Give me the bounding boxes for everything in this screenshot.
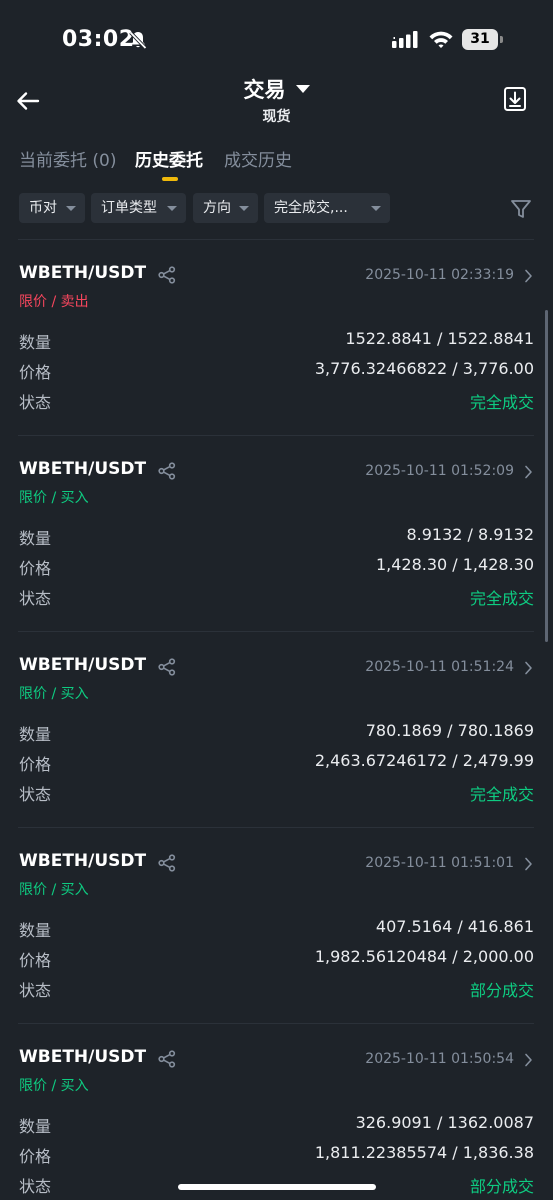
- status-label: 状态: [19, 981, 52, 1000]
- filter-bar: 币对 订单类型 方向 完全成交,...: [0, 193, 553, 225]
- caret-down-icon: [167, 206, 177, 211]
- price-label: 价格: [19, 1147, 52, 1166]
- page-subtitle: 现货: [262, 109, 291, 125]
- battery-tip: [500, 36, 503, 43]
- share-icon[interactable]: [158, 266, 176, 288]
- order-date: 2025-10-11 01:51:01: [365, 855, 514, 871]
- order-card[interactable]: WBETH/USDT 2025-10-11 01:51:01 限价 / 买入 数…: [0, 828, 553, 1024]
- status-bar: 03:02 31: [0, 0, 553, 80]
- amount-value: 407.5164 / 416.861: [375, 917, 534, 936]
- price-value: 1,428.30 / 1,428.30: [375, 555, 534, 574]
- page-title: 交易: [243, 78, 286, 102]
- cellular-signal-icon: [392, 31, 418, 52]
- filter-pair-label: 币对: [29, 200, 57, 216]
- chevron-right-icon[interactable]: [524, 1052, 533, 1071]
- header: 交易 现货: [0, 70, 553, 130]
- market-selector[interactable]: 交易: [0, 74, 553, 104]
- tab-open-orders[interactable]: 当前委托 (0): [19, 146, 116, 171]
- amount-label: 数量: [19, 921, 52, 940]
- price-label: 价格: [19, 951, 52, 970]
- chevron-right-icon[interactable]: [524, 268, 533, 287]
- order-date: 2025-10-11 01:52:09: [365, 463, 514, 479]
- wifi-icon: [428, 29, 454, 53]
- order-list: WBETH/USDT 2025-10-11 02:33:19 限价 / 卖出 数…: [0, 240, 553, 1200]
- status-label: 状态: [19, 785, 52, 804]
- status-value: 完全成交: [469, 785, 534, 804]
- filter-side-label: 方向: [203, 200, 231, 216]
- order-card[interactable]: WBETH/USDT 2025-10-11 02:33:19 限价 / 卖出 数…: [0, 240, 553, 436]
- share-icon[interactable]: [158, 854, 176, 876]
- order-card[interactable]: WBETH/USDT 2025-10-11 01:50:54 限价 / 买入 数…: [0, 1024, 553, 1200]
- order-type: 限价 / 买入: [19, 882, 89, 898]
- order-card[interactable]: WBETH/USDT 2025-10-11 01:52:09 限价 / 买入 数…: [0, 436, 553, 632]
- caret-down-icon: [295, 85, 310, 93]
- price-label: 价格: [19, 363, 52, 382]
- bell-muted-icon: [128, 30, 148, 54]
- chevron-right-icon[interactable]: [524, 464, 533, 483]
- order-card[interactable]: WBETH/USDT 2025-10-11 01:51:24 限价 / 买入 数…: [0, 632, 553, 828]
- share-icon[interactable]: [158, 462, 176, 484]
- battery-icon: 31: [462, 29, 498, 50]
- order-pair: WBETH/USDT: [19, 263, 147, 283]
- filter-pair-dropdown[interactable]: 币对: [19, 193, 85, 223]
- active-tab-indicator: [162, 177, 178, 181]
- filter-status-label: 完全成交,...: [274, 200, 348, 216]
- tab-trade-history[interactable]: 成交历史: [224, 146, 292, 171]
- order-type: 限价 / 买入: [19, 490, 89, 506]
- amount-label: 数量: [19, 725, 52, 744]
- status-value: 部分成交: [469, 981, 534, 1000]
- order-date: 2025-10-11 01:51:24: [365, 659, 514, 675]
- status-value: 完全成交: [469, 393, 534, 412]
- status-label: 状态: [19, 1177, 52, 1196]
- order-tabs: 当前委托 (0) 历史委托 成交历史: [0, 140, 553, 184]
- order-pair: WBETH/USDT: [19, 1047, 147, 1067]
- status-value: 完全成交: [469, 589, 534, 608]
- amount-value: 780.1869 / 780.1869: [365, 721, 534, 740]
- price-label: 价格: [19, 755, 52, 774]
- price-value: 1,811.22385574 / 1,836.38: [314, 1143, 534, 1162]
- order-type: 限价 / 买入: [19, 1078, 89, 1094]
- amount-label: 数量: [19, 333, 52, 352]
- filter-funnel-icon[interactable]: [510, 198, 532, 224]
- order-pair: WBETH/USDT: [19, 459, 147, 479]
- order-type: 限价 / 买入: [19, 686, 89, 702]
- filter-order-type-label: 订单类型: [101, 200, 157, 216]
- amount-value: 326.9091 / 1362.0087: [355, 1113, 534, 1132]
- price-value: 1,982.56120484 / 2,000.00: [314, 947, 534, 966]
- chevron-right-icon[interactable]: [524, 660, 533, 679]
- order-date: 2025-10-11 01:50:54: [365, 1051, 514, 1067]
- share-icon[interactable]: [158, 1050, 176, 1072]
- share-icon[interactable]: [158, 658, 176, 680]
- caret-down-icon: [66, 206, 76, 211]
- price-value: 2,463.67246172 / 2,479.99: [314, 751, 534, 770]
- order-type: 限价 / 卖出: [19, 294, 89, 310]
- amount-value: 8.9132 / 8.9132: [406, 525, 534, 544]
- price-value: 3,776.32466822 / 3,776.00: [314, 359, 534, 378]
- order-pair: WBETH/USDT: [19, 655, 147, 675]
- tab-order-history[interactable]: 历史委托: [135, 146, 203, 171]
- order-pair: WBETH/USDT: [19, 851, 147, 871]
- status-time: 03:02: [62, 27, 135, 52]
- filter-side-dropdown[interactable]: 方向: [193, 193, 258, 223]
- amount-label: 数量: [19, 1117, 52, 1136]
- scrollbar[interactable]: [545, 310, 548, 642]
- status-label: 状态: [19, 589, 52, 608]
- home-indicator[interactable]: [178, 1184, 376, 1190]
- amount-label: 数量: [19, 529, 52, 548]
- status-label: 状态: [19, 393, 52, 412]
- price-label: 价格: [19, 559, 52, 578]
- caret-down-icon: [371, 206, 381, 211]
- status-value: 部分成交: [469, 1177, 534, 1196]
- filter-status-dropdown[interactable]: 完全成交,...: [264, 193, 390, 223]
- download-icon[interactable]: [503, 86, 527, 112]
- chevron-right-icon[interactable]: [524, 856, 533, 875]
- order-date: 2025-10-11 02:33:19: [365, 267, 514, 283]
- amount-value: 1522.8841 / 1522.8841: [345, 329, 534, 348]
- caret-down-icon: [239, 206, 249, 211]
- filter-order-type-dropdown[interactable]: 订单类型: [91, 193, 186, 223]
